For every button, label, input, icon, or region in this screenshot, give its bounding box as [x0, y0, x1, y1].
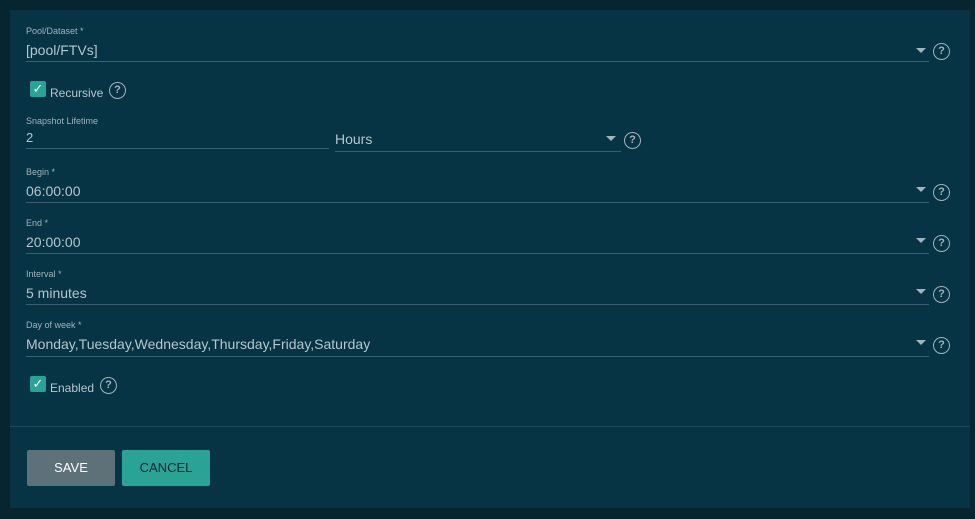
snapshot-lifetime-label: Snapshot Lifetime	[26, 116, 99, 126]
save-button[interactable]: SAVE	[27, 450, 115, 486]
chevron-down-icon[interactable]	[606, 136, 616, 141]
help-circle-icon[interactable]: ?	[933, 337, 950, 354]
snapshot-task-form: Pool/Dataset * [pool/FTVs] ? ✓ Recursive…	[10, 10, 970, 508]
chevron-down-icon[interactable]	[916, 289, 926, 294]
lifetime-unit-select[interactable]: Hours	[335, 131, 372, 147]
interval-underline	[26, 304, 929, 305]
snapshot-lifetime-underline	[26, 148, 329, 149]
snapshot-lifetime-input[interactable]: 2	[26, 130, 33, 145]
help-circle-icon[interactable]: ?	[933, 235, 950, 252]
chevron-down-icon[interactable]	[916, 48, 926, 53]
end-select[interactable]: 20:00:00	[26, 234, 81, 250]
end-label: End *	[26, 218, 49, 228]
begin-underline	[26, 202, 929, 203]
interval-label: Interval *	[26, 269, 62, 279]
recursive-label: Recursive	[50, 86, 104, 100]
actions-divider	[10, 426, 970, 427]
chevron-down-icon[interactable]	[916, 238, 926, 243]
help-circle-icon[interactable]: ?	[100, 377, 117, 394]
day-of-week-select[interactable]: Monday,Tuesday,Wednesday,Thursday,Friday…	[26, 336, 370, 352]
interval-select[interactable]: 5 minutes	[26, 285, 87, 301]
begin-label: Begin *	[26, 167, 56, 177]
enabled-checkbox[interactable]: ✓	[30, 376, 46, 392]
help-circle-icon[interactable]: ?	[933, 184, 950, 201]
lifetime-unit-underline	[335, 151, 621, 152]
cancel-button[interactable]: CANCEL	[122, 450, 210, 486]
end-underline	[26, 253, 929, 254]
pool-dataset-select[interactable]: [pool/FTVs]	[26, 42, 98, 58]
pool-dataset-label: Pool/Dataset *	[26, 26, 84, 36]
help-circle-icon[interactable]: ?	[933, 43, 950, 60]
chevron-down-icon[interactable]	[916, 340, 926, 345]
pool-dataset-underline	[26, 61, 929, 62]
recursive-checkbox[interactable]: ✓	[30, 81, 46, 97]
begin-select[interactable]: 06:00:00	[26, 183, 81, 199]
help-circle-icon[interactable]: ?	[624, 132, 641, 149]
help-circle-icon[interactable]: ?	[933, 286, 950, 303]
enabled-label: Enabled	[50, 381, 95, 395]
day-of-week-underline	[26, 356, 929, 357]
chevron-down-icon[interactable]	[916, 187, 926, 192]
day-of-week-label: Day of week *	[26, 320, 82, 330]
help-circle-icon[interactable]: ?	[109, 82, 126, 99]
